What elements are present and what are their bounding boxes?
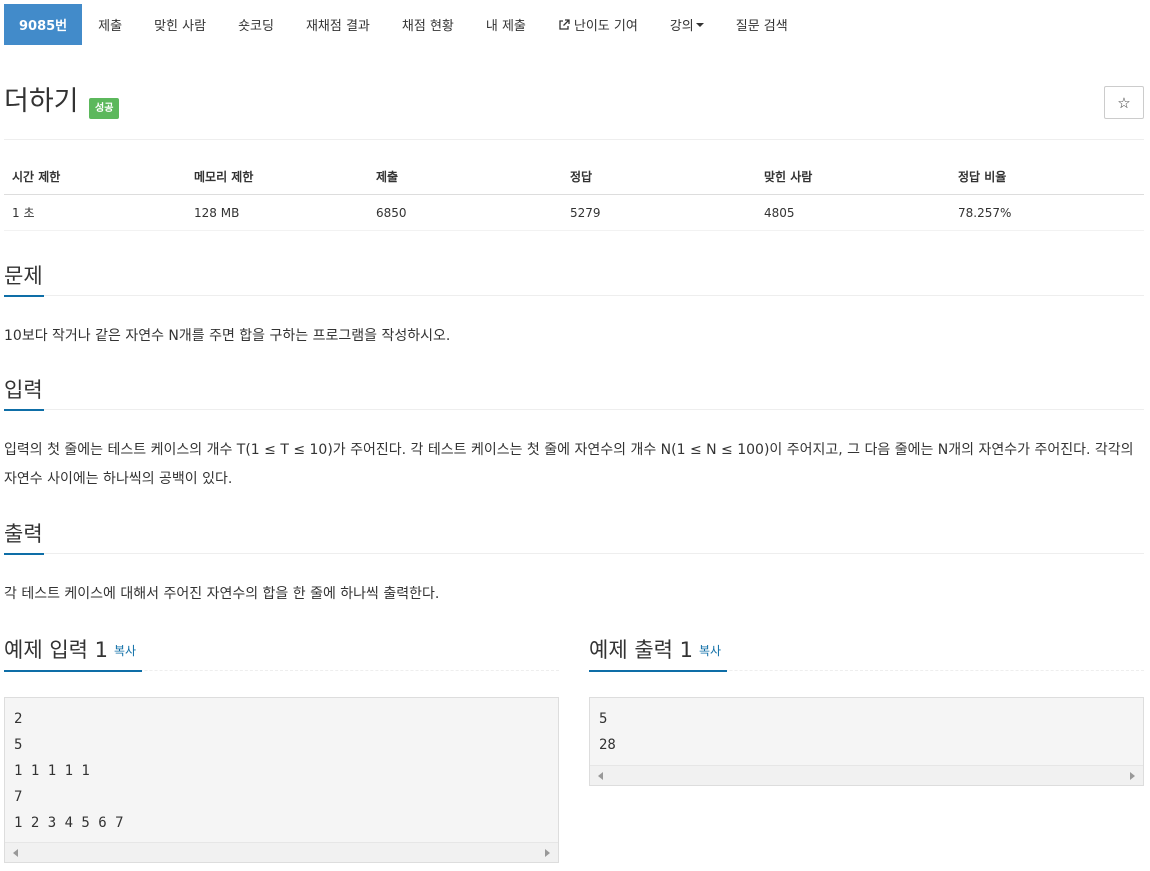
horizontal-scrollbar[interactable] bbox=[590, 765, 1143, 785]
copy-output-button[interactable]: 복사 bbox=[699, 644, 721, 658]
sample-input-panel: 예제 입력 1 복사 2 5 1 1 1 1 1 7 1 2 3 4 5 6 7 bbox=[4, 633, 559, 863]
sample-input-title: 예제 입력 1 복사 bbox=[4, 633, 559, 672]
nav-label: 강의 bbox=[669, 19, 694, 34]
nav-my-submissions[interactable]: 내 제출 bbox=[470, 4, 542, 45]
sample-title-text: 예제 입력 1 bbox=[4, 638, 108, 662]
title-underline bbox=[4, 295, 44, 297]
nav-label: 숏코딩 bbox=[238, 19, 274, 34]
nav-label: 채점 현황 bbox=[401, 19, 454, 34]
header-time-limit: 시간 제한 bbox=[12, 169, 61, 184]
problem-info-table: 시간 제한 메모리 제한 제출 정답 맞힌 사람 정답 비율 1 초 128 M… bbox=[4, 158, 1144, 231]
nav-problem-number[interactable]: 9085번 bbox=[4, 4, 83, 45]
favorite-star-button[interactable]: ☆ bbox=[1104, 86, 1144, 119]
nav-rejudge-result[interactable]: 재채점 결과 bbox=[290, 4, 386, 45]
sample-output-box[interactable]: 5 28 bbox=[589, 697, 1144, 786]
nav-label: 질문 검색 bbox=[735, 19, 788, 34]
header-accept-ratio: 정답 비율 bbox=[958, 169, 1007, 184]
nav-short-coding[interactable]: 숏코딩 bbox=[222, 4, 290, 45]
nav-solved-users[interactable]: 맞힌 사람 bbox=[138, 4, 222, 45]
section-title-text: 입력 bbox=[4, 378, 43, 402]
nav-question-search[interactable]: 질문 검색 bbox=[720, 4, 804, 45]
scroll-right-icon[interactable] bbox=[1130, 772, 1135, 780]
sample-output-title: 예제 출력 1 복사 bbox=[589, 633, 1144, 672]
value-solved-users: 4805 bbox=[764, 205, 795, 220]
section-title-text: 출력 bbox=[4, 522, 43, 546]
sample-title-text: 예제 출력 1 bbox=[589, 638, 693, 662]
problem-description: 10보다 작거나 같은 자연수 N개를 주면 합을 구하는 프로그램을 작성하시… bbox=[4, 328, 451, 344]
info-table-header: 시간 제한 메모리 제한 제출 정답 맞힌 사람 정답 비율 bbox=[4, 158, 1144, 195]
problem-menu: 9085번 제출 맞힌 사람 숏코딩 재채점 결과 채점 현황 내 제출 난이도… bbox=[4, 4, 804, 45]
sample-input-content: 2 5 1 1 1 1 1 7 1 2 3 4 5 6 7 bbox=[14, 711, 124, 831]
header-solved-users: 맞힌 사람 bbox=[764, 169, 813, 184]
value-time-limit: 1 초 bbox=[12, 206, 35, 220]
header-memory-limit: 메모리 제한 bbox=[194, 169, 254, 184]
title-underline bbox=[4, 409, 44, 411]
value-memory-limit: 128 MB bbox=[194, 205, 240, 220]
scroll-left-icon[interactable] bbox=[13, 849, 18, 857]
nav-lectures-dropdown[interactable]: 강의 bbox=[654, 4, 720, 45]
nav-label: 맞힌 사람 bbox=[154, 19, 207, 34]
title-underline bbox=[4, 553, 44, 555]
section-title-text: 문제 bbox=[4, 264, 43, 288]
nav-judge-status[interactable]: 채점 현황 bbox=[386, 4, 470, 45]
caret-down-icon bbox=[695, 22, 704, 27]
header-submissions: 제출 bbox=[376, 169, 399, 184]
output-description: 각 테스트 케이스에 대해서 주어진 자연수의 합을 한 줄에 하나씩 출력한다… bbox=[4, 586, 440, 602]
horizontal-scrollbar[interactable] bbox=[5, 842, 558, 862]
scroll-right-icon[interactable] bbox=[545, 849, 550, 857]
section-title: 출력 bbox=[4, 520, 1144, 555]
status-badge: 성공 bbox=[89, 98, 120, 119]
problem-header: 더하기 성공 ☆ bbox=[4, 80, 1144, 140]
nav-difficulty-contribution[interactable]: 난이도 기여 bbox=[542, 4, 654, 45]
nav-label: 제출 bbox=[98, 19, 123, 34]
problem-title: 더하기 bbox=[4, 86, 79, 117]
sample-output-panel: 예제 출력 1 복사 5 28 bbox=[589, 633, 1144, 786]
section-title: 문제 bbox=[4, 262, 1144, 297]
value-accept-ratio: 78.257% bbox=[958, 205, 1012, 220]
info-table-row: 1 초 128 MB 6850 5279 4805 78.257% bbox=[4, 195, 1144, 231]
input-section: 입력 입력의 첫 줄에는 테스트 케이스의 개수 T(1 ≤ T ≤ 10)가 … bbox=[4, 376, 1144, 494]
output-section: 출력 각 테스트 케이스에 대해서 주어진 자연수의 합을 한 줄에 하나씩 출… bbox=[4, 520, 1144, 609]
problem-description-section: 문제 10보다 작거나 같은 자연수 N개를 주면 합을 구하는 프로그램을 작… bbox=[4, 262, 1144, 351]
sample-input-box[interactable]: 2 5 1 1 1 1 1 7 1 2 3 4 5 6 7 bbox=[4, 697, 559, 863]
nav-label: 재채점 결과 bbox=[305, 19, 370, 34]
section-title: 입력 bbox=[4, 376, 1144, 411]
header-accepted: 정답 bbox=[570, 169, 593, 184]
nav-label: 내 제출 bbox=[485, 19, 526, 34]
nav-submit[interactable]: 제출 bbox=[82, 4, 138, 45]
scroll-left-icon[interactable] bbox=[598, 772, 603, 780]
nav-label: 난이도 기여 bbox=[573, 19, 638, 34]
title-underline bbox=[4, 670, 142, 672]
input-description: 입력의 첫 줄에는 테스트 케이스의 개수 T(1 ≤ T ≤ 10)가 주어진… bbox=[4, 442, 1134, 487]
nav-label: 9085번 bbox=[19, 19, 68, 34]
external-link-icon bbox=[559, 18, 570, 30]
title-underline bbox=[589, 670, 727, 672]
copy-input-button[interactable]: 복사 bbox=[114, 644, 136, 658]
value-submissions: 6850 bbox=[376, 205, 407, 220]
value-accepted: 5279 bbox=[570, 205, 601, 220]
sample-output-content: 5 28 bbox=[599, 711, 616, 753]
star-icon: ☆ bbox=[1117, 93, 1131, 112]
